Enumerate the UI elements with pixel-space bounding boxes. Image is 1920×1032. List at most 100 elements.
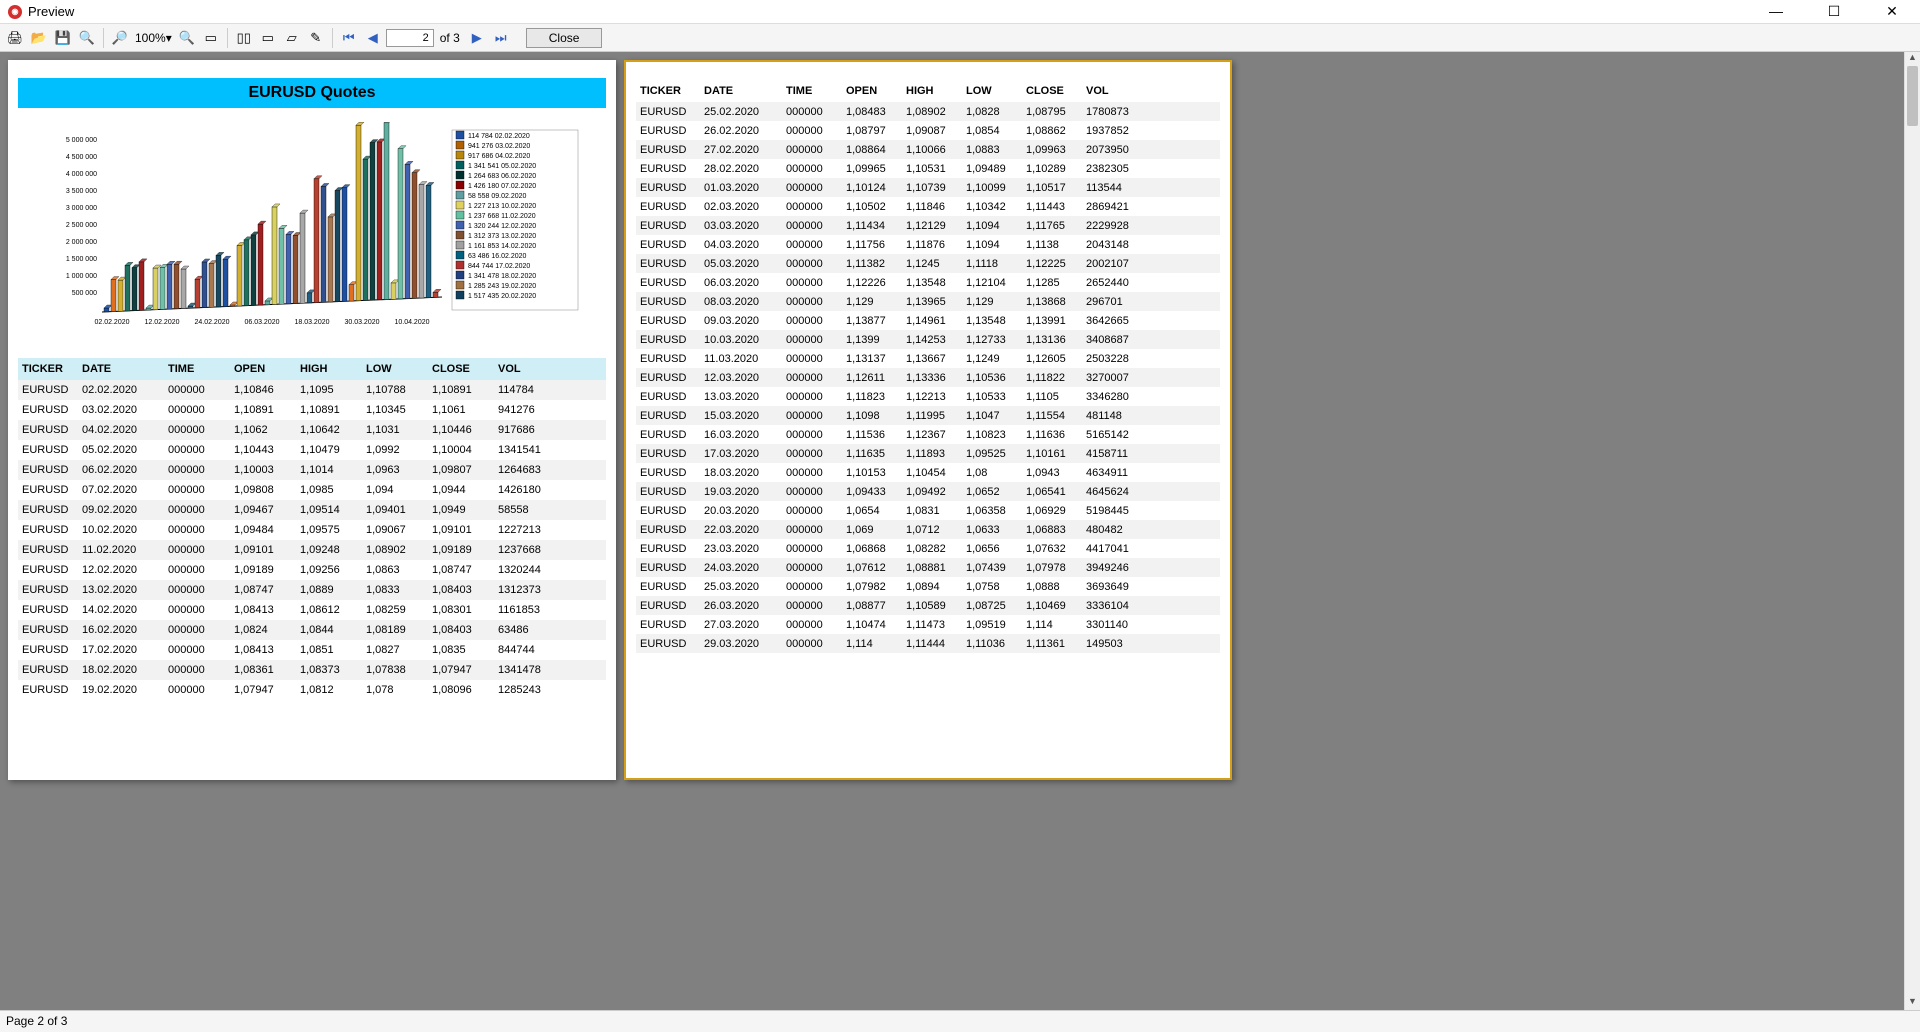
col-high: HIGH bbox=[296, 363, 362, 375]
table-row: EURUSD17.03.20200000001,116351,118931,09… bbox=[636, 444, 1220, 463]
maximize-button[interactable]: ☐ bbox=[1814, 3, 1854, 20]
table-cell: 1,10589 bbox=[902, 600, 962, 612]
table-cell: 28.02.2020 bbox=[700, 163, 782, 175]
table-cell: 1,11554 bbox=[1022, 410, 1082, 422]
table-cell: 1,13336 bbox=[902, 372, 962, 384]
table-cell: 11.03.2020 bbox=[700, 353, 782, 365]
col-low: LOW bbox=[962, 85, 1022, 97]
table-cell: 1,0963 bbox=[362, 464, 428, 476]
table-cell: 1,11434 bbox=[842, 220, 902, 232]
svg-text:2 000 000: 2 000 000 bbox=[66, 239, 97, 246]
table-row: EURUSD12.02.20200000001,091891,092561,08… bbox=[18, 560, 606, 580]
table-cell: 1,10517 bbox=[1022, 182, 1082, 194]
table-cell: 1,08413 bbox=[230, 644, 296, 656]
table-cell: 1,0833 bbox=[362, 584, 428, 596]
table-cell: EURUSD bbox=[636, 163, 700, 175]
table-cell: 1,1249 bbox=[962, 353, 1022, 365]
two-page-icon[interactable]: ▯▯ bbox=[233, 27, 255, 49]
vertical-scrollbar[interactable]: ▲ ▼ bbox=[1904, 52, 1920, 1010]
table-cell: 000000 bbox=[782, 448, 842, 460]
table-header: TICKER DATE TIME OPEN HIGH LOW CLOSE VOL bbox=[18, 358, 606, 380]
page-input[interactable] bbox=[386, 29, 434, 47]
table-cell: 1,08877 bbox=[842, 600, 902, 612]
table-cell: 3346280 bbox=[1082, 391, 1146, 403]
close-button[interactable]: Close bbox=[526, 28, 603, 48]
last-page-icon[interactable]: ⏭ bbox=[490, 27, 512, 49]
table-cell: 1285243 bbox=[494, 684, 560, 696]
table-cell: 29.03.2020 bbox=[700, 638, 782, 650]
toolbar: 🖨 📂 💾 🔍 🔎 100% ▾ 🔍 ▭ ▯▯ ▭ ▱ ✎ ⏮ ◀ of 3 ▶… bbox=[0, 24, 1920, 52]
next-page-icon[interactable]: ▶ bbox=[466, 27, 488, 49]
scroll-down-icon[interactable]: ▼ bbox=[1905, 996, 1920, 1010]
minimize-button[interactable]: — bbox=[1756, 3, 1796, 20]
table-cell: 1,1031 bbox=[362, 424, 428, 436]
table-cell: EURUSD bbox=[636, 638, 700, 650]
table-cell: 1,0992 bbox=[362, 444, 428, 456]
table-row: EURUSD04.02.20200000001,10621,106421,103… bbox=[18, 420, 606, 440]
scroll-up-icon[interactable]: ▲ bbox=[1905, 52, 1920, 66]
table-cell: 1,09484 bbox=[230, 524, 296, 536]
table-cell: 3408687 bbox=[1082, 334, 1146, 346]
table-cell: 000000 bbox=[164, 664, 230, 676]
prev-page-icon[interactable]: ◀ bbox=[362, 27, 384, 49]
table-cell: 000000 bbox=[782, 144, 842, 156]
table-cell: 16.03.2020 bbox=[700, 429, 782, 441]
table-row: EURUSD08.03.20200000001,1291,139651,1291… bbox=[636, 292, 1220, 311]
report-page-1: EURUSD Quotes 500 0001 000 0001 500 0002… bbox=[8, 60, 616, 780]
table-cell: 000000 bbox=[164, 524, 230, 536]
continuous-icon[interactable]: ▭ bbox=[257, 27, 279, 49]
save-icon[interactable]: 💾 bbox=[52, 27, 74, 49]
table-cell: 1,1014 bbox=[296, 464, 362, 476]
find-icon[interactable]: 🔍 bbox=[76, 27, 98, 49]
table-cell: 296701 bbox=[1082, 296, 1146, 308]
single-page-icon[interactable]: ▭ bbox=[200, 27, 222, 49]
table-row: EURUSD06.03.20200000001,122261,135481,12… bbox=[636, 273, 1220, 292]
table-cell: 1237668 bbox=[494, 544, 560, 556]
table-cell: 1,10153 bbox=[842, 467, 902, 479]
svg-text:917 686 04.02.2020: 917 686 04.02.2020 bbox=[468, 153, 530, 160]
col-ticker: TICKER bbox=[18, 363, 78, 375]
print-icon[interactable]: 🖨 bbox=[4, 27, 26, 49]
table-cell: 1,114 bbox=[842, 638, 902, 650]
table-cell: 1780873 bbox=[1082, 106, 1146, 118]
table-cell: 000000 bbox=[164, 564, 230, 576]
table-cell: 000000 bbox=[782, 106, 842, 118]
table-cell: 1,1095 bbox=[296, 384, 362, 396]
table-cell: 1,09963 bbox=[1022, 144, 1082, 156]
svg-text:1 161 853 14.02.2020: 1 161 853 14.02.2020 bbox=[468, 243, 536, 250]
table-cell: 480482 bbox=[1082, 524, 1146, 536]
table-cell: 22.03.2020 bbox=[700, 524, 782, 536]
table-cell: EURUSD bbox=[18, 684, 78, 696]
table-cell: 4634911 bbox=[1082, 467, 1146, 479]
close-window-button[interactable]: ✕ bbox=[1872, 3, 1912, 20]
table-cell: 000000 bbox=[782, 220, 842, 232]
scrollbar-thumb[interactable] bbox=[1907, 66, 1918, 126]
table-cell: 1,13877 bbox=[842, 315, 902, 327]
table-cell: 2382305 bbox=[1082, 163, 1146, 175]
svg-text:1 264 683 06.02.2020: 1 264 683 06.02.2020 bbox=[468, 173, 536, 180]
table-cell: 19.03.2020 bbox=[700, 486, 782, 498]
table-cell: 000000 bbox=[782, 486, 842, 498]
col-open: OPEN bbox=[230, 363, 296, 375]
zoom-out-icon[interactable]: 🔍 bbox=[176, 27, 198, 49]
table-cell: 1,08902 bbox=[902, 106, 962, 118]
table-cell: 1,08725 bbox=[962, 600, 1022, 612]
table-cell: 27.03.2020 bbox=[700, 619, 782, 631]
table-cell: 1,0652 bbox=[962, 486, 1022, 498]
table-cell: 1,10531 bbox=[902, 163, 962, 175]
table-cell: EURUSD bbox=[636, 182, 700, 194]
first-page-icon[interactable]: ⏮ bbox=[338, 27, 360, 49]
svg-text:1 500 000: 1 500 000 bbox=[66, 256, 97, 263]
table-cell: EURUSD bbox=[636, 353, 700, 365]
table-cell: EURUSD bbox=[18, 564, 78, 576]
edit-icon[interactable]: ✎ bbox=[305, 27, 327, 49]
table-cell: 1,0654 bbox=[842, 505, 902, 517]
table-cell: 1,10502 bbox=[842, 201, 902, 213]
table-cell: 1,129 bbox=[842, 296, 902, 308]
zoom-dropdown[interactable]: 100% ▾ bbox=[133, 31, 174, 45]
zoom-fit-icon[interactable]: 🔎 bbox=[109, 27, 131, 49]
table-cell: 1,10161 bbox=[1022, 448, 1082, 460]
chart: 500 0001 000 0001 500 0002 000 0002 500 … bbox=[18, 122, 606, 342]
page-setup-icon[interactable]: ▱ bbox=[281, 27, 303, 49]
open-icon[interactable]: 📂 bbox=[28, 27, 50, 49]
